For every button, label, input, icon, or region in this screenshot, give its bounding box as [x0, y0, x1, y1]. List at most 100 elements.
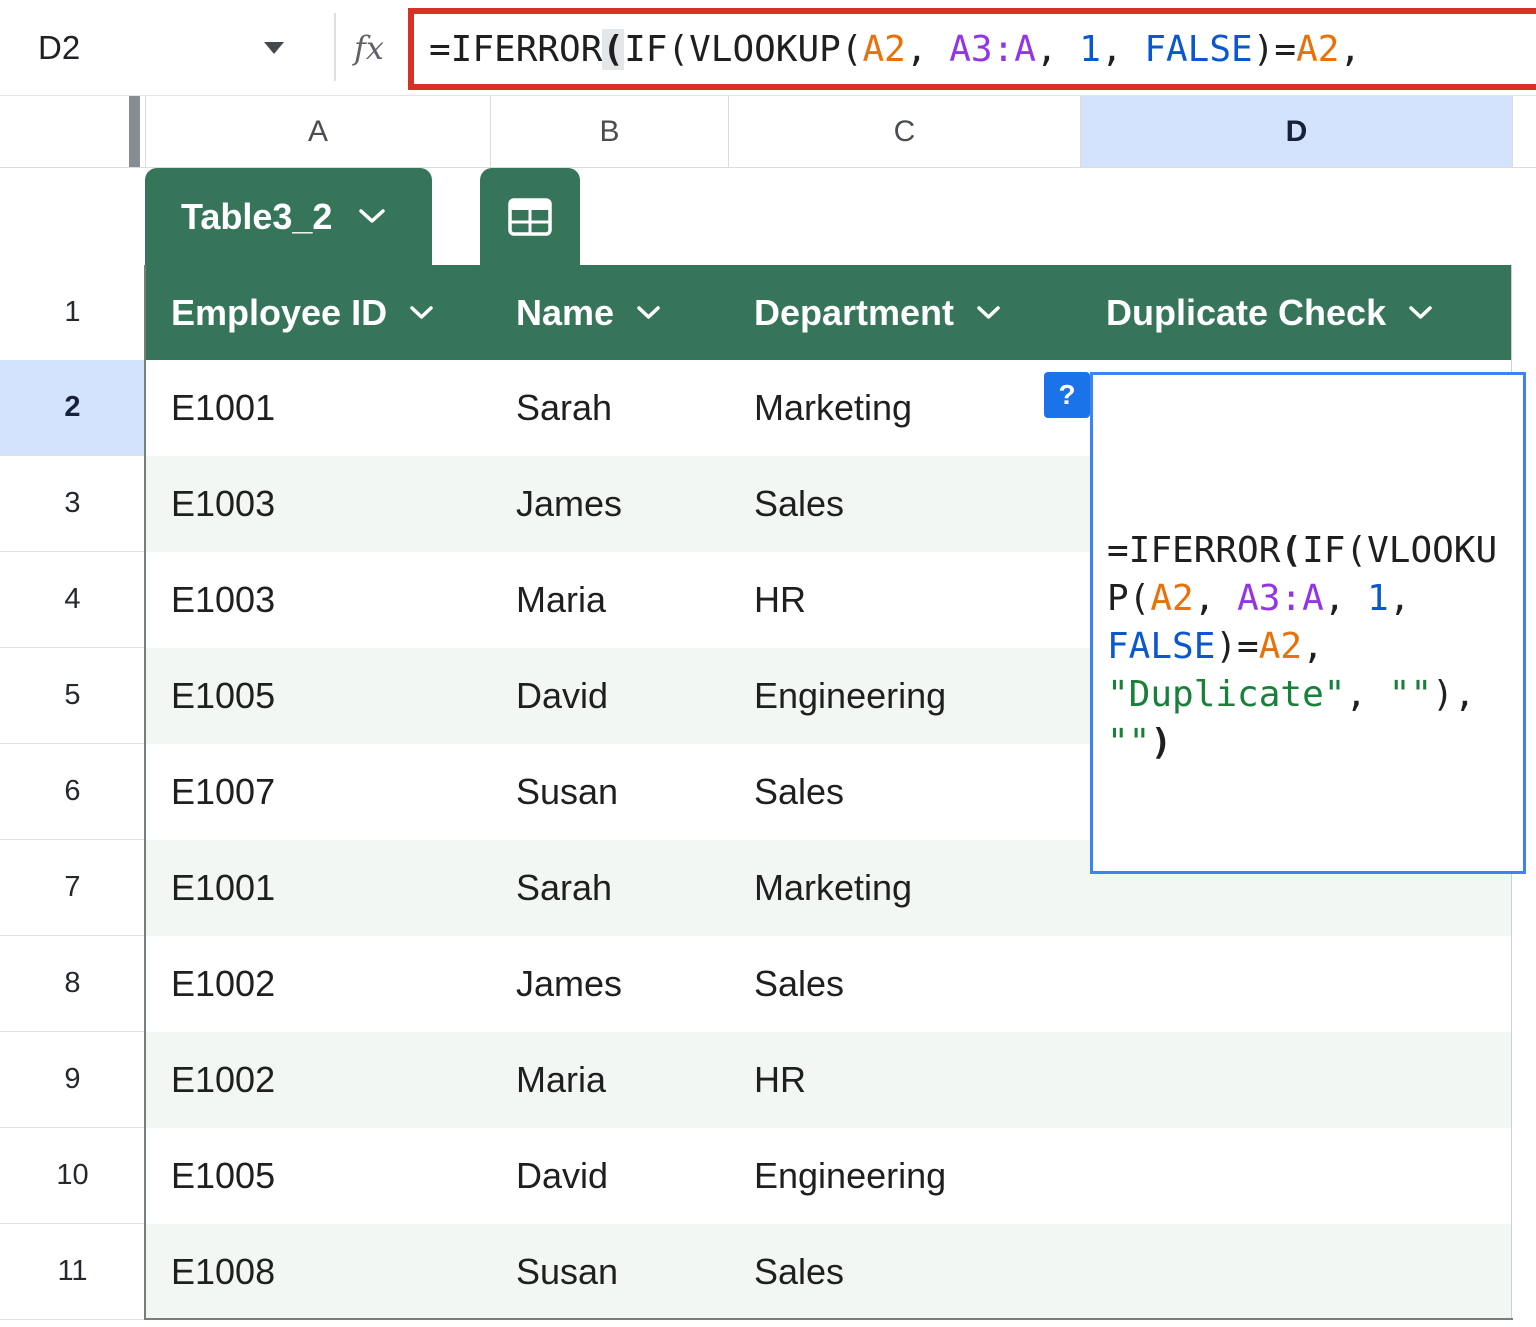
- formula-tooltip: ? =IFERROR(IF(VLOOKUP(A2, A3:A, 1,FALSE)…: [1090, 372, 1526, 874]
- row-number-spacer: [0, 168, 145, 265]
- column-header-a[interactable]: A: [145, 96, 490, 167]
- formula-token: )=: [1253, 29, 1296, 70]
- row-number-4[interactable]: 4: [0, 552, 145, 648]
- cell-name[interactable]: Sarah: [490, 360, 728, 456]
- row-number-2[interactable]: 2: [0, 360, 145, 456]
- name-box-value: D2: [38, 29, 80, 67]
- cell-name[interactable]: Maria: [490, 552, 728, 648]
- column-header-e[interactable]: [1512, 96, 1536, 167]
- header-department-label: Department: [754, 292, 954, 334]
- cell-department[interactable]: Engineering: [728, 648, 1080, 744]
- cell-employee-id[interactable]: E1001: [145, 360, 490, 456]
- formula-token: ),: [1432, 674, 1475, 715]
- cell-duplicate-check[interactable]: [1080, 1224, 1512, 1320]
- cell-department[interactable]: Sales: [728, 744, 1080, 840]
- formula-token: ,: [1101, 29, 1144, 70]
- name-box-dropdown-icon[interactable]: [264, 42, 284, 54]
- chevron-down-icon[interactable]: [636, 305, 661, 320]
- row-number-7[interactable]: 7: [0, 840, 145, 936]
- formula-token: P(: [1107, 578, 1150, 619]
- cell-department[interactable]: HR: [728, 552, 1080, 648]
- column-header-c[interactable]: C: [728, 96, 1080, 167]
- cell-employee-id[interactable]: E1002: [145, 1032, 490, 1128]
- cell-name[interactable]: Maria: [490, 1032, 728, 1128]
- cell-department[interactable]: HR: [728, 1032, 1080, 1128]
- header-employee-id-label: Employee ID: [171, 292, 387, 334]
- formula-help-button[interactable]: ?: [1044, 372, 1090, 418]
- cell-employee-id[interactable]: E1003: [145, 456, 490, 552]
- cell-employee-id[interactable]: E1008: [145, 1224, 490, 1320]
- cell-department[interactable]: Sales: [728, 936, 1080, 1032]
- table-row-9: E1002MariaHR: [145, 1032, 1512, 1128]
- table-row-8: E1002JamesSales: [145, 936, 1512, 1032]
- cell-employee-id[interactable]: E1003: [145, 552, 490, 648]
- cell-name[interactable]: David: [490, 648, 728, 744]
- table-menu-button[interactable]: [480, 168, 580, 265]
- table-bottom-border: [144, 1318, 1513, 1320]
- cell-duplicate-check[interactable]: [1080, 1032, 1512, 1128]
- cell-name[interactable]: James: [490, 936, 728, 1032]
- formula-token: "": [1389, 674, 1432, 715]
- cell-department[interactable]: Sales: [728, 1224, 1080, 1320]
- formula-token: ,: [1389, 578, 1411, 619]
- cell-name[interactable]: David: [490, 1128, 728, 1224]
- tooltip-formula-line: ""): [1107, 719, 1509, 767]
- header-duplicate-check[interactable]: Duplicate Check: [1080, 265, 1512, 360]
- row-number-9[interactable]: 9: [0, 1032, 145, 1128]
- cell-name[interactable]: Sarah: [490, 840, 728, 936]
- tooltip-formula-line: "Duplicate", ""),: [1107, 671, 1509, 719]
- formula-token: ,: [1324, 578, 1367, 619]
- row-number-6[interactable]: 6: [0, 744, 145, 840]
- cell-employee-id[interactable]: E1005: [145, 648, 490, 744]
- formula-token: =IFERROR: [429, 29, 602, 70]
- cell-department[interactable]: Sales: [728, 456, 1080, 552]
- row-number-10[interactable]: 10: [0, 1128, 145, 1224]
- row-number-1[interactable]: 1: [0, 265, 145, 360]
- table-header-row: Employee ID Name Department Duplicate Ch…: [145, 265, 1512, 360]
- table-name-chip[interactable]: Table3_2: [145, 168, 432, 265]
- formula-token: IF(VLOOKUP(: [624, 29, 862, 70]
- formula-token: ): [1150, 722, 1172, 763]
- column-header-d[interactable]: D: [1080, 96, 1512, 167]
- table-row-10: E1005DavidEngineering: [145, 1128, 1512, 1224]
- formula-token: ,: [1345, 674, 1388, 715]
- formula-token: FALSE: [1144, 29, 1252, 70]
- cell-name[interactable]: James: [490, 456, 728, 552]
- formula-token: (: [602, 29, 624, 70]
- formula-token: ,: [1194, 578, 1237, 619]
- cell-employee-id[interactable]: E1005: [145, 1128, 490, 1224]
- table-grid-icon: [507, 197, 553, 237]
- tooltip-formula-line: P(A2, A3:A, 1,: [1107, 575, 1509, 623]
- cell-name[interactable]: Susan: [490, 1224, 728, 1320]
- tooltip-formula-line: =IFERROR(IF(VLOOKU: [1107, 527, 1509, 575]
- column-header-b[interactable]: B: [490, 96, 728, 167]
- cell-department[interactable]: Marketing: [728, 840, 1080, 936]
- chevron-down-icon[interactable]: [409, 305, 434, 320]
- row-number-8[interactable]: 8: [0, 936, 145, 1032]
- cell-name[interactable]: Susan: [490, 744, 728, 840]
- chevron-down-icon[interactable]: [976, 305, 1001, 320]
- cell-employee-id[interactable]: E1001: [145, 840, 490, 936]
- header-employee-id[interactable]: Employee ID: [145, 265, 490, 360]
- row-number-11[interactable]: 11: [0, 1224, 145, 1320]
- header-department[interactable]: Department: [728, 265, 1080, 360]
- cell-department[interactable]: Marketing: [728, 360, 1080, 456]
- formula-token: "": [1107, 722, 1150, 763]
- formula-token: A3:A: [949, 29, 1036, 70]
- header-name[interactable]: Name: [490, 265, 728, 360]
- chevron-down-icon[interactable]: [1408, 305, 1433, 320]
- formula-token: 1: [1367, 578, 1389, 619]
- cell-employee-id[interactable]: E1002: [145, 936, 490, 1032]
- cell-department[interactable]: Engineering: [728, 1128, 1080, 1224]
- table-name-dropdown-icon: [358, 208, 386, 225]
- cell-duplicate-check[interactable]: [1080, 936, 1512, 1032]
- name-box[interactable]: D2: [38, 0, 80, 95]
- row-number-5[interactable]: 5: [0, 648, 145, 744]
- formula-token: "Duplicate": [1107, 674, 1345, 715]
- cell-duplicate-check[interactable]: [1080, 1128, 1512, 1224]
- cell-employee-id[interactable]: E1007: [145, 744, 490, 840]
- formula-bar[interactable]: =IFERROR(IF(VLOOKUP(A2, A3:A, 1, FALSE)=…: [408, 8, 1536, 90]
- row-number-3[interactable]: 3: [0, 456, 145, 552]
- freeze-handle[interactable]: [129, 96, 140, 167]
- table-name: Table3_2: [181, 196, 332, 238]
